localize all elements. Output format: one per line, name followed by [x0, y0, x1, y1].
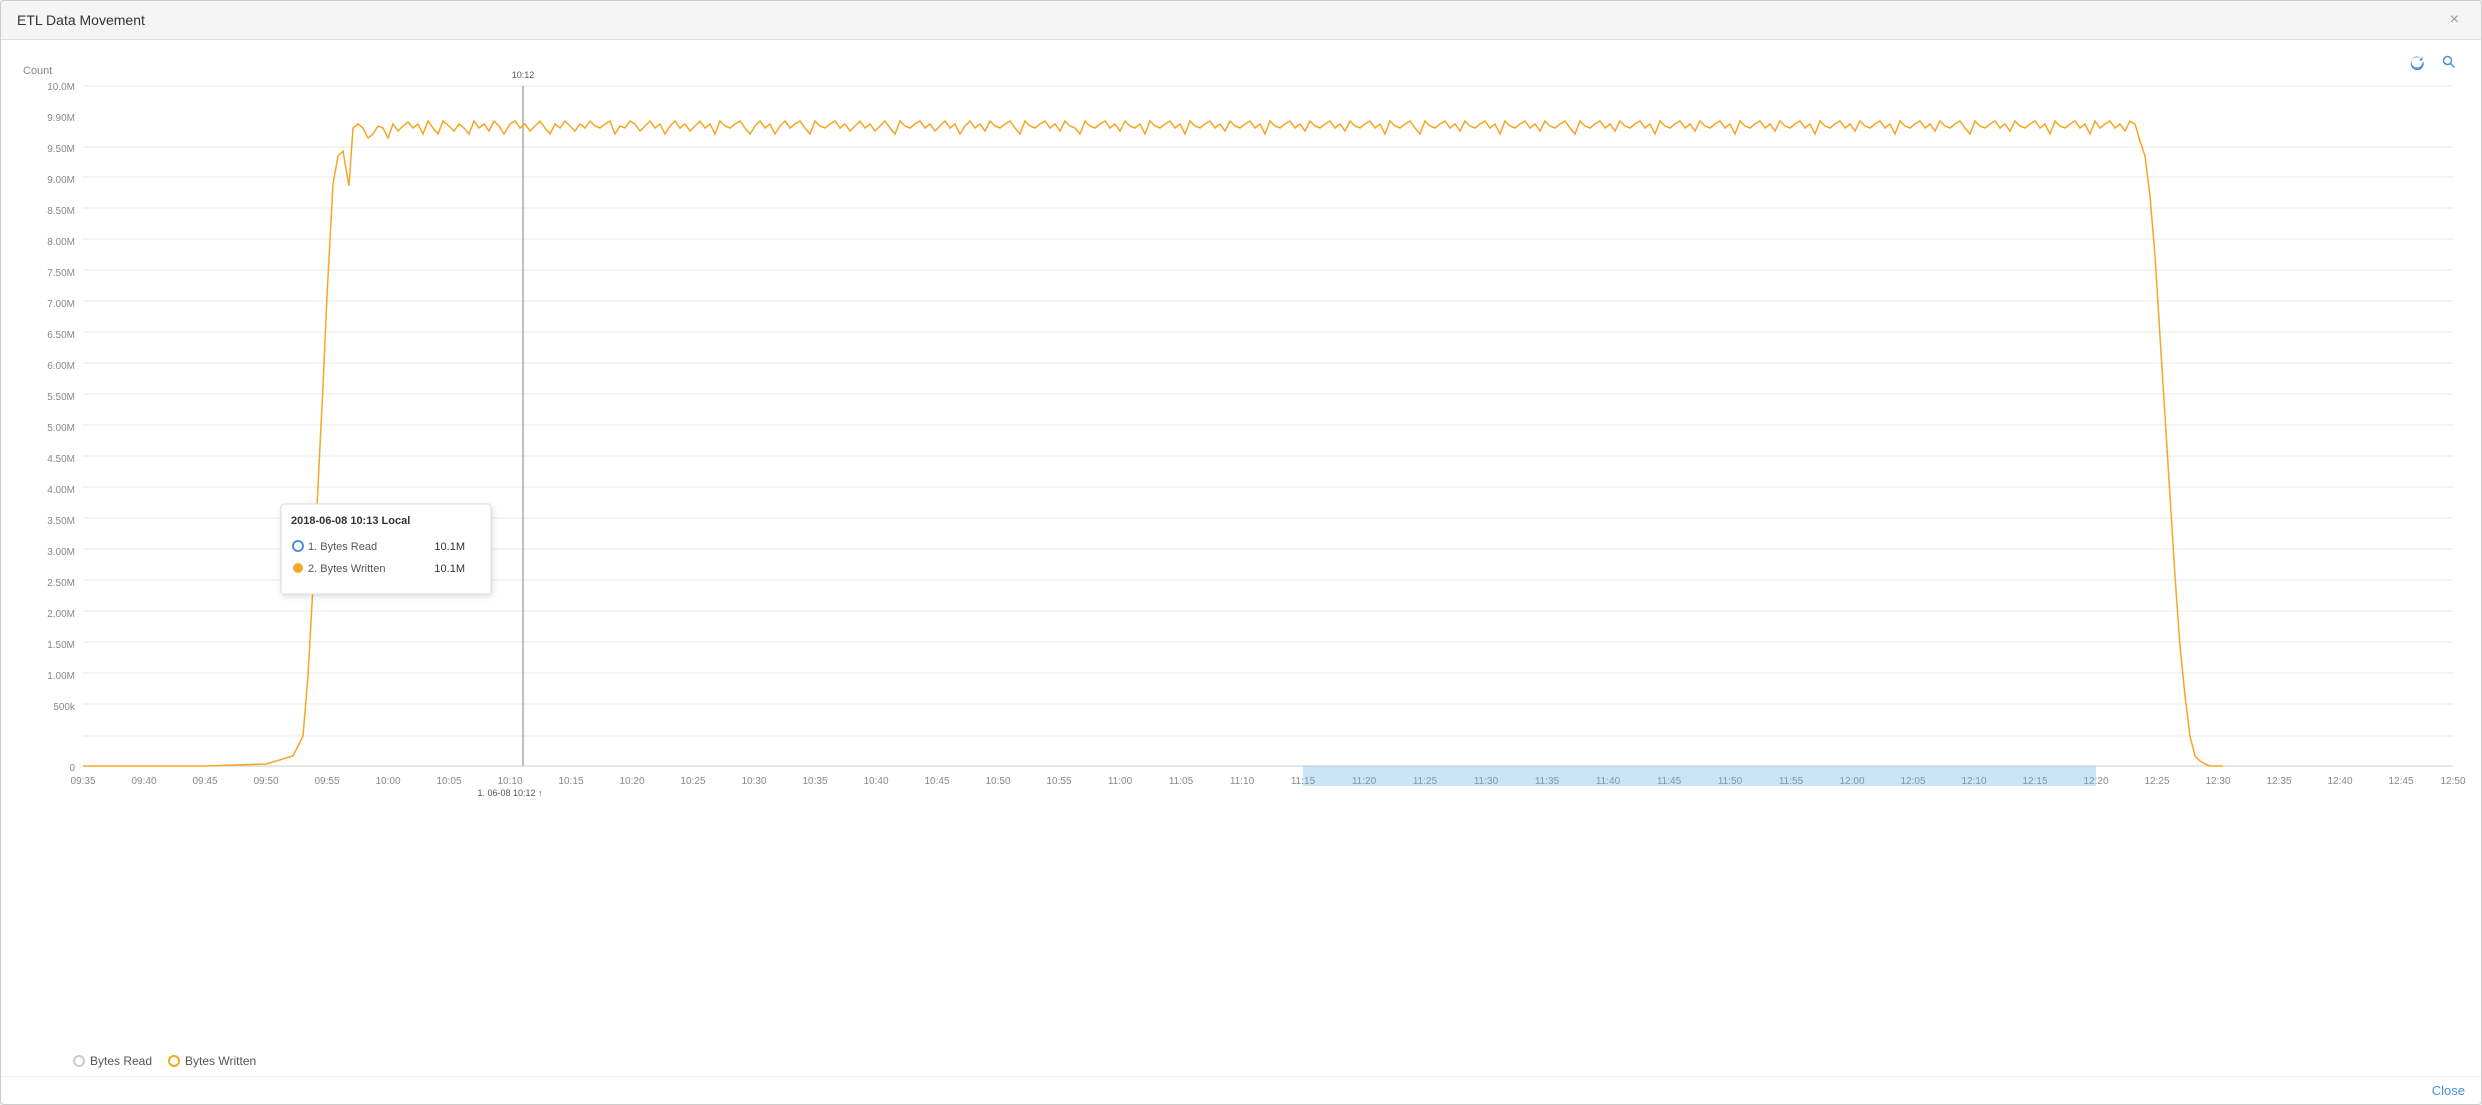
legend-written-label: Bytes Written: [185, 1054, 256, 1068]
svg-text:12:30: 12:30: [2205, 776, 2230, 787]
y-axis-count-label: Count: [23, 65, 52, 77]
svg-text:5.00M: 5.00M: [47, 423, 75, 434]
svg-text:10:45: 10:45: [924, 776, 949, 787]
svg-text:2.00M: 2.00M: [47, 609, 75, 620]
window-close-button[interactable]: ×: [2444, 9, 2465, 31]
svg-text:10:40: 10:40: [863, 776, 888, 787]
svg-text:09:35: 09:35: [70, 776, 95, 787]
svg-text:10:35: 10:35: [802, 776, 827, 787]
refresh-button[interactable]: [2405, 52, 2429, 75]
svg-text:9.50M: 9.50M: [47, 144, 75, 155]
svg-text:7.50M: 7.50M: [47, 268, 75, 279]
svg-text:12:35: 12:35: [2266, 776, 2291, 787]
svg-text:4.00M: 4.00M: [47, 485, 75, 496]
svg-text:09:40: 09:40: [131, 776, 156, 787]
svg-text:3.00M: 3.00M: [47, 547, 75, 558]
svg-text:6.50M: 6.50M: [47, 330, 75, 341]
svg-text:10:55: 10:55: [1046, 776, 1071, 787]
svg-text:12:40: 12:40: [2327, 776, 2352, 787]
etl-data-movement-window: ETL Data Movement × Count: [0, 0, 2482, 1105]
svg-text:7.00M: 7.00M: [47, 299, 75, 310]
selection-rect: [1303, 766, 2096, 786]
legend-read-label: Bytes Read: [90, 1054, 152, 1068]
svg-text:10:20: 10:20: [619, 776, 644, 787]
legend-read-icon: [73, 1055, 85, 1067]
svg-text:10.0M: 10.0M: [47, 82, 75, 93]
tooltip-row1-label: 1. Bytes Read: [308, 541, 377, 553]
chart-svg: Count: [13, 56, 2469, 956]
title-bar: ETL Data Movement ×: [1, 1, 2481, 40]
legend-written-icon: [168, 1055, 180, 1067]
search-button[interactable]: [2437, 52, 2461, 75]
svg-text:8.50M: 8.50M: [47, 206, 75, 217]
svg-text:1. 06-08 10:12 ↑: 1. 06-08 10:12 ↑: [477, 788, 542, 798]
svg-text:500k: 500k: [53, 702, 76, 713]
svg-text:6.00M: 6.00M: [47, 361, 75, 372]
legend-bytes-read: Bytes Read: [73, 1054, 152, 1068]
window-title: ETL Data Movement: [17, 12, 145, 28]
svg-text:3.50M: 3.50M: [47, 516, 75, 527]
svg-text:8.00M: 8.00M: [47, 237, 75, 248]
svg-text:10:05: 10:05: [436, 776, 461, 787]
tooltip-title: 2018-06-08 10:13 Local: [291, 515, 410, 527]
footer-bar: Close: [1, 1076, 2481, 1104]
svg-text:12:50: 12:50: [2440, 776, 2465, 787]
svg-text:11:05: 11:05: [1169, 776, 1194, 787]
svg-text:9.00M: 9.00M: [47, 175, 75, 186]
tooltip-row2-value: 10.1M: [434, 563, 465, 575]
legend-area: Bytes Read Bytes Written: [13, 1050, 2469, 1072]
svg-text:10:50: 10:50: [985, 776, 1010, 787]
svg-text:9.90M: 9.90M: [47, 113, 75, 124]
bytes-written-line: [83, 121, 2223, 766]
tooltip-row1-value: 10.1M: [434, 541, 465, 553]
svg-text:10:30: 10:30: [741, 776, 766, 787]
svg-text:10:10: 10:10: [497, 776, 522, 787]
svg-text:11:10: 11:10: [1230, 776, 1255, 787]
svg-text:12:45: 12:45: [2388, 776, 2413, 787]
svg-text:10:25: 10:25: [680, 776, 705, 787]
svg-text:4.50M: 4.50M: [47, 454, 75, 465]
svg-text:5.50M: 5.50M: [47, 392, 75, 403]
chart-toolbar: [2397, 48, 2469, 79]
svg-text:0: 0: [69, 763, 75, 774]
svg-text:10:00: 10:00: [375, 776, 400, 787]
svg-text:11:00: 11:00: [1108, 776, 1133, 787]
svg-text:12:25: 12:25: [2144, 776, 2169, 787]
svg-text:10:15: 10:15: [558, 776, 583, 787]
svg-text:09:50: 09:50: [253, 776, 278, 787]
close-button[interactable]: Close: [2432, 1083, 2465, 1098]
legend-bytes-written: Bytes Written: [168, 1054, 256, 1068]
svg-text:2.50M: 2.50M: [47, 578, 75, 589]
svg-text:09:55: 09:55: [314, 776, 339, 787]
svg-text:1.00M: 1.00M: [47, 671, 75, 682]
chart-container: Count: [1, 40, 2481, 1076]
tooltip-row2-label: 2. Bytes Written: [308, 563, 385, 575]
svg-text:09:45: 09:45: [192, 776, 217, 787]
tooltip-written-dot: [293, 563, 303, 573]
svg-text:10:12: 10:12: [512, 70, 535, 80]
chart-area: Count: [13, 56, 2469, 1050]
svg-text:1.50M: 1.50M: [47, 640, 75, 651]
